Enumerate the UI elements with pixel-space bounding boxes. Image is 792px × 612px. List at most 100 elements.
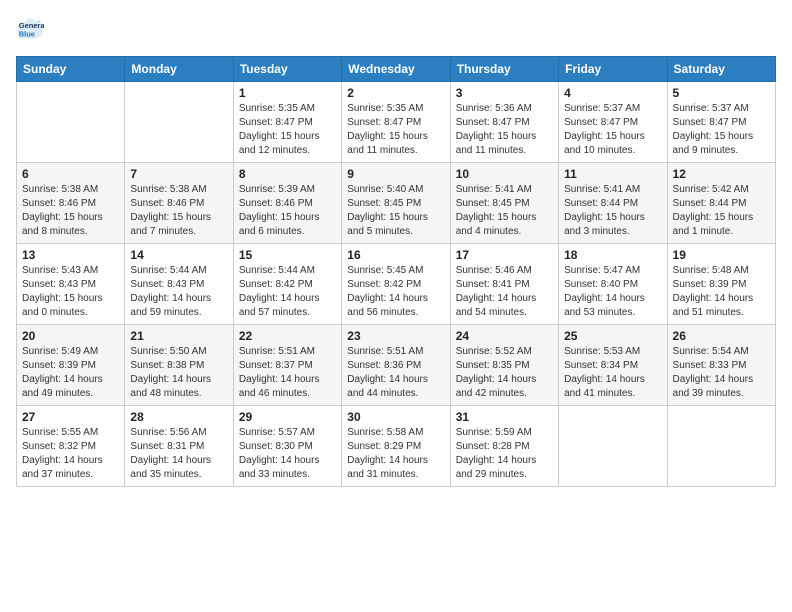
day-info: Sunrise: 5:51 AM Sunset: 8:36 PM Dayligh…: [347, 345, 444, 401]
day-number: 18: [564, 248, 661, 262]
logo: General Blue: [16, 16, 48, 44]
calendar-cell: 25 Sunrise: 5:53 AM Sunset: 8:34 PM Dayli…: [559, 325, 667, 406]
day-number: 15: [239, 248, 336, 262]
calendar-cell: 9 Sunrise: 5:40 AM Sunset: 8:45 PM Daylig…: [342, 163, 450, 244]
day-number: 31: [456, 410, 553, 424]
day-number: 16: [347, 248, 444, 262]
day-info: Sunrise: 5:58 AM Sunset: 8:29 PM Dayligh…: [347, 426, 444, 482]
day-info: Sunrise: 5:53 AM Sunset: 8:34 PM Dayligh…: [564, 345, 661, 401]
day-info: Sunrise: 5:36 AM Sunset: 8:47 PM Dayligh…: [456, 102, 553, 158]
day-number: 12: [673, 167, 770, 181]
calendar-cell: 18 Sunrise: 5:47 AM Sunset: 8:40 PM Dayli…: [559, 244, 667, 325]
calendar-cell: 11 Sunrise: 5:41 AM Sunset: 8:44 PM Dayli…: [559, 163, 667, 244]
day-info: Sunrise: 5:44 AM Sunset: 8:42 PM Dayligh…: [239, 264, 336, 320]
day-number: 25: [564, 329, 661, 343]
calendar-cell: 31Sunrise: 5:59 AM Sunset: 8:28 PM Dayli…: [450, 406, 558, 487]
weekday-header-thursday: Thursday: [450, 57, 558, 82]
day-number: 11: [564, 167, 661, 181]
calendar-cell: [125, 82, 233, 163]
day-info: Sunrise: 5:45 AM Sunset: 8:42 PM Dayligh…: [347, 264, 444, 320]
day-info: Sunrise: 5:57 AM Sunset: 8:30 PM Dayligh…: [239, 426, 336, 482]
calendar-cell: [559, 406, 667, 487]
day-info: Sunrise: 5:40 AM Sunset: 8:45 PM Dayligh…: [347, 183, 444, 239]
weekday-header-row: SundayMondayTuesdayWednesdayThursdayFrid…: [17, 57, 776, 82]
calendar-cell: 22Sunrise: 5:51 AM Sunset: 8:37 PM Dayli…: [233, 325, 341, 406]
day-info: Sunrise: 5:48 AM Sunset: 8:39 PM Dayligh…: [673, 264, 770, 320]
week-row-3: 13 Sunrise: 5:43 AM Sunset: 8:43 PM Dayli…: [17, 244, 776, 325]
svg-text:Blue: Blue: [19, 30, 35, 39]
calendar-cell: 24 Sunrise: 5:52 AM Sunset: 8:35 PM Dayli…: [450, 325, 558, 406]
calendar-cell: 17 Sunrise: 5:46 AM Sunset: 8:41 PM Dayli…: [450, 244, 558, 325]
logo-icon: General Blue: [16, 16, 44, 44]
calendar-cell: 13 Sunrise: 5:43 AM Sunset: 8:43 PM Dayli…: [17, 244, 125, 325]
day-number: 26: [673, 329, 770, 343]
day-number: 5: [673, 86, 770, 100]
day-number: 17: [456, 248, 553, 262]
day-number: 19: [673, 248, 770, 262]
day-info: Sunrise: 5:47 AM Sunset: 8:40 PM Dayligh…: [564, 264, 661, 320]
week-row-1: 1 Sunrise: 5:35 AM Sunset: 8:47 PM Daylig…: [17, 82, 776, 163]
day-number: 22: [239, 329, 336, 343]
calendar-cell: 20Sunrise: 5:49 AM Sunset: 8:39 PM Dayli…: [17, 325, 125, 406]
calendar-cell: 3 Sunrise: 5:36 AM Sunset: 8:47 PM Daylig…: [450, 82, 558, 163]
day-info: Sunrise: 5:49 AM Sunset: 8:39 PM Dayligh…: [22, 345, 119, 401]
calendar-cell: 4Sunrise: 5:37 AM Sunset: 8:47 PM Daylig…: [559, 82, 667, 163]
week-row-2: 6 Sunrise: 5:38 AM Sunset: 8:46 PM Daylig…: [17, 163, 776, 244]
day-number: 27: [22, 410, 119, 424]
day-number: 9: [347, 167, 444, 181]
day-info: Sunrise: 5:42 AM Sunset: 8:44 PM Dayligh…: [673, 183, 770, 239]
day-info: Sunrise: 5:56 AM Sunset: 8:31 PM Dayligh…: [130, 426, 227, 482]
weekday-header-friday: Friday: [559, 57, 667, 82]
calendar-cell: 30Sunrise: 5:58 AM Sunset: 8:29 PM Dayli…: [342, 406, 450, 487]
day-number: 3: [456, 86, 553, 100]
day-number: 24: [456, 329, 553, 343]
day-number: 28: [130, 410, 227, 424]
day-info: Sunrise: 5:39 AM Sunset: 8:46 PM Dayligh…: [239, 183, 336, 239]
weekday-header-tuesday: Tuesday: [233, 57, 341, 82]
calendar-cell: 21 Sunrise: 5:50 AM Sunset: 8:38 PM Dayli…: [125, 325, 233, 406]
day-number: 13: [22, 248, 119, 262]
week-row-4: 20Sunrise: 5:49 AM Sunset: 8:39 PM Dayli…: [17, 325, 776, 406]
day-info: Sunrise: 5:38 AM Sunset: 8:46 PM Dayligh…: [130, 183, 227, 239]
day-info: Sunrise: 5:54 AM Sunset: 8:33 PM Dayligh…: [673, 345, 770, 401]
calendar-cell: 23 Sunrise: 5:51 AM Sunset: 8:36 PM Dayli…: [342, 325, 450, 406]
week-row-5: 27 Sunrise: 5:55 AM Sunset: 8:32 PM Dayli…: [17, 406, 776, 487]
calendar-cell: [17, 82, 125, 163]
calendar-cell: 1 Sunrise: 5:35 AM Sunset: 8:47 PM Daylig…: [233, 82, 341, 163]
day-number: 14: [130, 248, 227, 262]
calendar-cell: 12 Sunrise: 5:42 AM Sunset: 8:44 PM Dayli…: [667, 163, 775, 244]
day-info: Sunrise: 5:35 AM Sunset: 8:47 PM Dayligh…: [239, 102, 336, 158]
calendar-cell: [667, 406, 775, 487]
calendar-cell: 10Sunrise: 5:41 AM Sunset: 8:45 PM Dayli…: [450, 163, 558, 244]
weekday-header-monday: Monday: [125, 57, 233, 82]
calendar-cell: 6Sunrise: 5:38 AM Sunset: 8:46 PM Daylig…: [17, 163, 125, 244]
day-number: 29: [239, 410, 336, 424]
page-header: General Blue: [16, 16, 776, 44]
day-info: Sunrise: 5:41 AM Sunset: 8:44 PM Dayligh…: [564, 183, 661, 239]
day-number: 2: [347, 86, 444, 100]
calendar-cell: 7 Sunrise: 5:38 AM Sunset: 8:46 PM Daylig…: [125, 163, 233, 244]
day-number: 21: [130, 329, 227, 343]
day-number: 23: [347, 329, 444, 343]
day-info: Sunrise: 5:44 AM Sunset: 8:43 PM Dayligh…: [130, 264, 227, 320]
day-number: 7: [130, 167, 227, 181]
calendar-cell: 28 Sunrise: 5:56 AM Sunset: 8:31 PM Dayli…: [125, 406, 233, 487]
day-number: 6: [22, 167, 119, 181]
day-info: Sunrise: 5:55 AM Sunset: 8:32 PM Dayligh…: [22, 426, 119, 482]
calendar-cell: 19 Sunrise: 5:48 AM Sunset: 8:39 PM Dayli…: [667, 244, 775, 325]
day-info: Sunrise: 5:50 AM Sunset: 8:38 PM Dayligh…: [130, 345, 227, 401]
weekday-header-sunday: Sunday: [17, 57, 125, 82]
weekday-header-saturday: Saturday: [667, 57, 775, 82]
weekday-header-wednesday: Wednesday: [342, 57, 450, 82]
calendar-cell: 16 Sunrise: 5:45 AM Sunset: 8:42 PM Dayli…: [342, 244, 450, 325]
calendar-cell: 27 Sunrise: 5:55 AM Sunset: 8:32 PM Dayli…: [17, 406, 125, 487]
day-info: Sunrise: 5:52 AM Sunset: 8:35 PM Dayligh…: [456, 345, 553, 401]
day-info: Sunrise: 5:41 AM Sunset: 8:45 PM Dayligh…: [456, 183, 553, 239]
day-info: Sunrise: 5:43 AM Sunset: 8:43 PM Dayligh…: [22, 264, 119, 320]
day-number: 4: [564, 86, 661, 100]
day-number: 8: [239, 167, 336, 181]
day-info: Sunrise: 5:46 AM Sunset: 8:41 PM Dayligh…: [456, 264, 553, 320]
calendar-cell: 5Sunrise: 5:37 AM Sunset: 8:47 PM Daylig…: [667, 82, 775, 163]
day-info: Sunrise: 5:35 AM Sunset: 8:47 PM Dayligh…: [347, 102, 444, 158]
day-number: 1: [239, 86, 336, 100]
